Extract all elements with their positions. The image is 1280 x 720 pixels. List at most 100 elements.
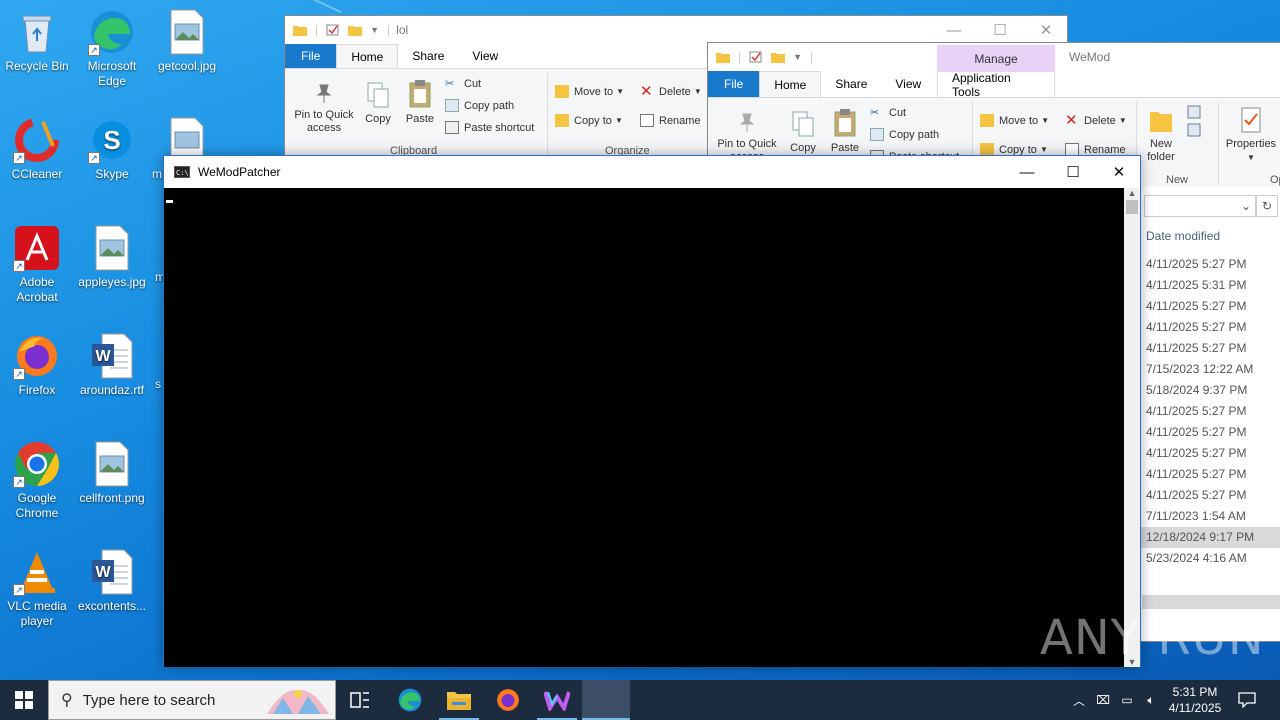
move-to-button[interactable]: Move to ▼	[980, 114, 1049, 127]
new-folder-icon[interactable]	[771, 51, 786, 63]
desktop-icon-recycle-bin[interactable]: Recycle Bin	[0, 8, 74, 74]
maximize-button[interactable]: ☐	[1050, 156, 1096, 188]
clock[interactable]: 5:31 PM 4/11/2025	[1164, 680, 1226, 720]
tab-view[interactable]: View	[881, 71, 935, 97]
chevron-down-icon[interactable]: ▼	[793, 52, 802, 62]
refresh-button[interactable]: ↻	[1256, 195, 1278, 217]
rename-button[interactable]: Rename	[640, 114, 701, 127]
desktop-icon-vlc[interactable]: ↗ VLC media player	[0, 548, 74, 629]
desktop-icon-google-chrome[interactable]: ↗ Google Chrome	[0, 440, 74, 521]
file-row-date[interactable]: 4/11/2025 5:27 PM	[1141, 485, 1280, 506]
desktop-icon-firefox[interactable]: ↗ Firefox	[0, 332, 74, 398]
file-row-date[interactable]: 5/18/2024 9:37 PM	[1141, 380, 1280, 401]
taskbar-edge[interactable]	[386, 680, 434, 720]
file-row-date[interactable]: 4/11/2025 5:27 PM	[1141, 296, 1280, 317]
copy-button[interactable]: Copy	[786, 110, 820, 155]
console-output[interactable]	[164, 188, 1125, 667]
paste-button[interactable]: Paste	[403, 79, 437, 126]
copy-path-button[interactable]: Copy path	[445, 99, 514, 112]
action-center-button[interactable]	[1232, 680, 1262, 720]
task-view-button[interactable]	[336, 680, 384, 720]
scroll-thumb[interactable]	[1126, 200, 1138, 214]
desktop-icon-aroundaz[interactable]: W aroundaz.rtf	[75, 332, 149, 398]
desktop-icon-appleyes[interactable]: appleyes.jpg	[75, 224, 149, 290]
move-to-button[interactable]: Move to ▼	[555, 85, 624, 98]
file-row-date[interactable]: 4/11/2025 5:27 PM	[1141, 254, 1280, 275]
tray-icon-network[interactable]: ▭	[1116, 680, 1138, 720]
file-row-date[interactable]: 12/18/2024 9:17 PM	[1141, 527, 1280, 548]
show-hidden-icons-button[interactable]: ︿	[1068, 680, 1090, 720]
desktop-icon-skype[interactable]: S ↗ Skype	[75, 116, 149, 182]
desktop-icon-getcool[interactable]: getcool.jpg	[150, 8, 224, 74]
taskbar-firefox[interactable]	[484, 680, 532, 720]
tab-home[interactable]: Home	[336, 44, 399, 68]
tab-share[interactable]: Share	[821, 71, 881, 97]
cut-button[interactable]: ✂ Cut	[870, 106, 906, 120]
address-dropdown[interactable]: ⌄	[1144, 195, 1256, 217]
vertical-scrollbar[interactable]: ▲ ▼	[1124, 188, 1140, 667]
taskbar-search-box[interactable]: ⚲ Type here to search	[48, 680, 336, 720]
taskbar-file-explorer[interactable]	[435, 680, 483, 720]
taskbar-console[interactable]	[582, 680, 630, 720]
start-button[interactable]	[0, 680, 48, 720]
desktop-icon-ccleaner[interactable]: ↗ CCleaner	[0, 116, 74, 182]
cut-button[interactable]: ✂ Cut	[445, 77, 481, 91]
tab-application-tools[interactable]: Application Tools	[937, 71, 1055, 99]
tab-file[interactable]: File	[285, 44, 337, 68]
file-row-date[interactable]: 4/11/2025 5:31 PM	[1141, 275, 1280, 296]
file-row-date[interactable]: 7/11/2023 1:54 AM	[1141, 506, 1280, 527]
desktop-icon-edge[interactable]: ↗ Microsoft Edge	[75, 8, 149, 89]
minimize-button[interactable]: —	[1004, 156, 1050, 188]
desktop-icon-excontents[interactable]: W excontents...	[75, 548, 149, 614]
tab-view[interactable]: View	[458, 44, 512, 68]
tray-icon-volume[interactable]: 🔈︎	[1140, 680, 1162, 720]
close-button[interactable]: ✕	[1023, 16, 1069, 44]
pin-to-quick-access-button[interactable]: Pin to Quick access	[291, 83, 357, 135]
minimize-button[interactable]: —	[931, 16, 977, 44]
maximize-button[interactable]: ☐	[977, 16, 1023, 44]
properties-check-icon[interactable]	[749, 51, 763, 63]
desktop-icon-cellfront[interactable]: cellfront.png	[75, 440, 149, 506]
desktop-icon-partial-3[interactable]: s	[150, 377, 164, 392]
delete-button[interactable]: ✕ Delete ▼	[640, 83, 702, 100]
new-folder-icon[interactable]	[348, 24, 363, 36]
console-window-wemodpatcher[interactable]: C:\ WeModPatcher — ☐ ✕ ▲ ▼	[163, 155, 1141, 667]
svg-text:C:\: C:\	[176, 169, 189, 177]
copy-path-button[interactable]: Copy path	[870, 128, 939, 141]
file-row-date[interactable]: 4/11/2025 5:27 PM	[1141, 422, 1280, 443]
file-row-date[interactable]: 7/15/2023 12:22 AM	[1141, 359, 1280, 380]
ccleaner-icon: ↗	[13, 116, 61, 164]
file-row-date[interactable]: 4/11/2025 5:27 PM	[1141, 464, 1280, 485]
paste-button[interactable]: Paste	[828, 108, 862, 155]
file-row-date[interactable]: 4/11/2025 5:27 PM	[1141, 317, 1280, 338]
desktop-icon-adobe-acrobat[interactable]: ↗ Adobe Acrobat	[0, 224, 74, 305]
file-row-date[interactable]: 4/11/2025 5:27 PM	[1141, 401, 1280, 422]
tab-share[interactable]: Share	[398, 44, 458, 68]
paste-shortcut-button[interactable]: Paste shortcut	[445, 121, 534, 134]
chevron-down-icon[interactable]: ▼	[370, 25, 379, 35]
close-button[interactable]: ✕	[1096, 156, 1142, 188]
properties-button[interactable]: Properties ▼	[1222, 106, 1280, 164]
horizontal-scrollbar[interactable]	[1142, 595, 1280, 609]
new-folder-button[interactable]: New folder	[1142, 106, 1180, 164]
column-header-date-modified[interactable]: Date modified	[1146, 229, 1220, 243]
file-row-date[interactable]: 4/11/2025 5:27 PM	[1141, 443, 1280, 464]
scroll-up-icon[interactable]: ▲	[1124, 188, 1140, 198]
tab-file[interactable]: File	[708, 71, 760, 97]
tray-icon-device[interactable]: ⌧	[1092, 680, 1114, 720]
copy-to-button[interactable]: Copy to ▼	[555, 114, 623, 127]
delete-x-icon: ✕	[640, 83, 653, 100]
new-item-button[interactable]	[1184, 104, 1210, 144]
desktop-icon-partial-2[interactable]: m	[150, 270, 164, 285]
desktop-icon-label: excontents...	[77, 599, 147, 613]
copy-button[interactable]: Copy	[361, 81, 395, 126]
tab-home[interactable]: Home	[759, 71, 822, 97]
network-icon: ▭	[1121, 693, 1133, 707]
taskbar-wemod[interactable]	[533, 680, 581, 720]
properties-check-icon[interactable]	[326, 24, 340, 36]
device-icon: ⌧	[1096, 693, 1110, 707]
word-file-icon: W	[88, 332, 136, 380]
file-row-date[interactable]: 4/11/2025 5:27 PM	[1141, 338, 1280, 359]
delete-button[interactable]: ✕ Delete ▼	[1065, 113, 1127, 128]
file-row-date[interactable]: 5/23/2024 4:16 AM	[1141, 548, 1280, 569]
